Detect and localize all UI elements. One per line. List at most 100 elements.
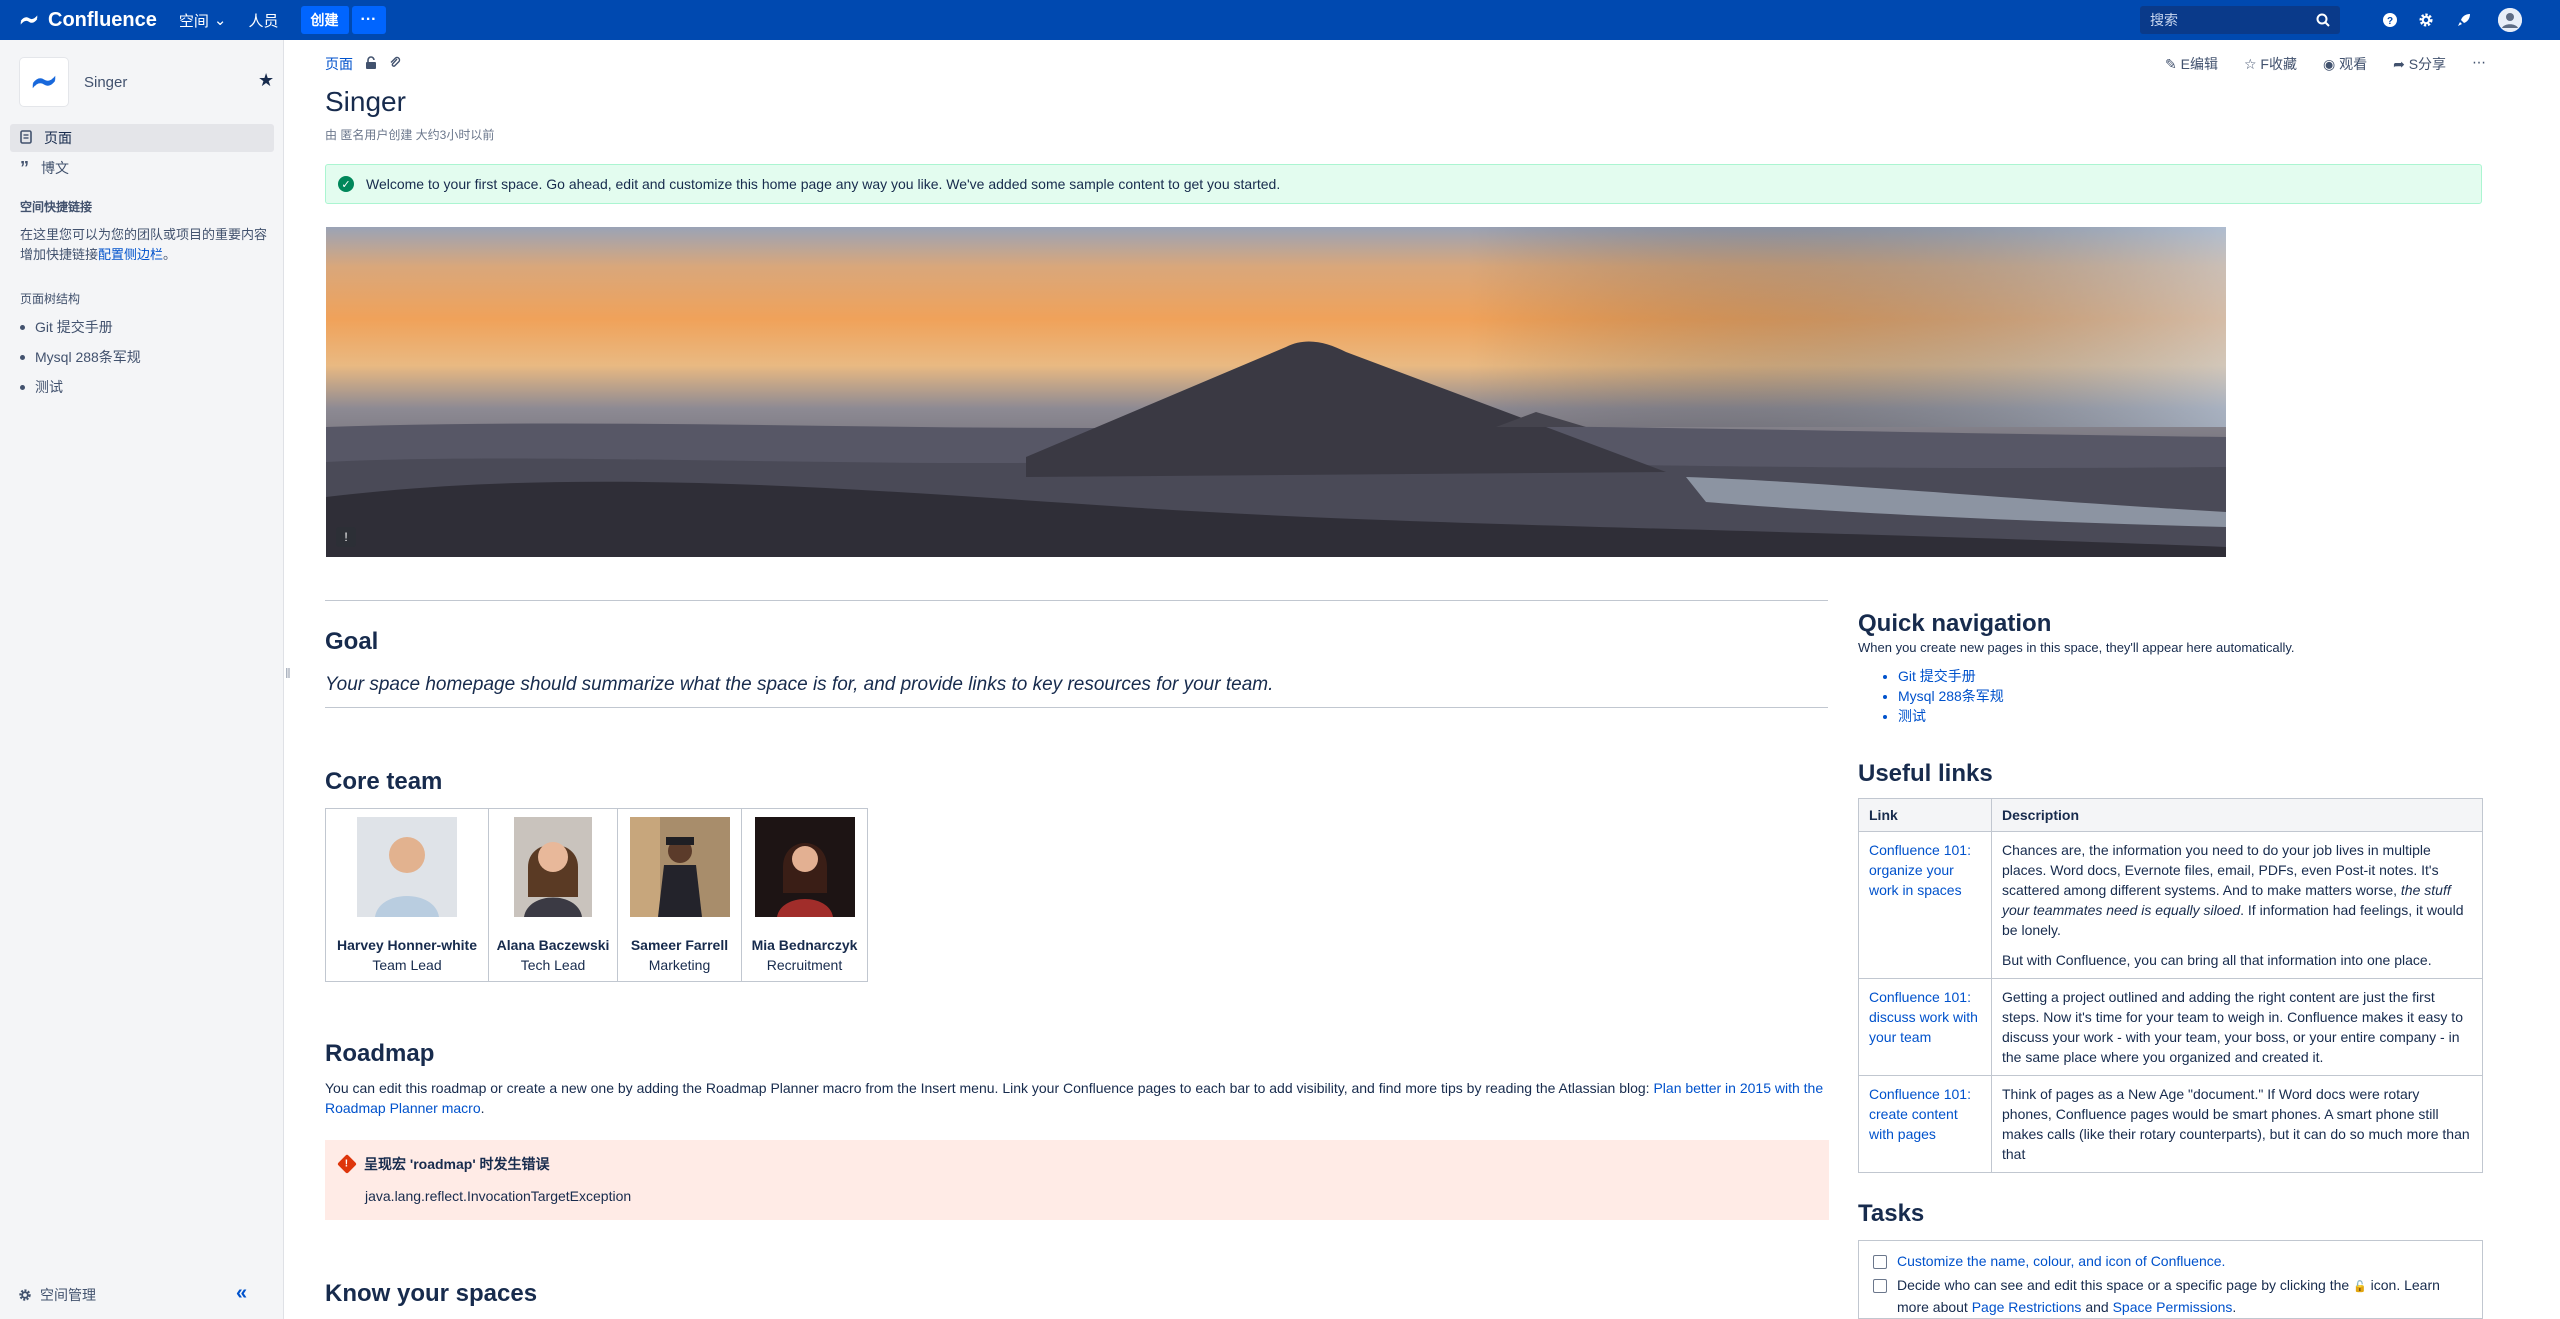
goal-text: Your space homepage should summarize wha… [325, 674, 1274, 695]
tree-item-label: Git 提交手册 [35, 319, 113, 335]
search-icon [2316, 13, 2330, 27]
quote-icon: ” [20, 158, 29, 178]
unlock-icon[interactable] [365, 55, 377, 73]
shortcuts-end: 。 [163, 247, 177, 262]
page-byline: 由 匿名用户创建 大约3小时以前 [325, 128, 495, 142]
tree-item[interactable]: Git 提交手册 [20, 317, 113, 337]
page-restrictions-link[interactable]: Page Restrictions [1972, 1299, 2082, 1315]
share-label: S分享 [2408, 56, 2447, 72]
space-logo-icon [20, 58, 68, 106]
edit-button[interactable]: ✎ E编辑 [2165, 54, 2218, 74]
team-member-name: Mia Bednarczyk [751, 937, 858, 953]
task-text-part: Decide who can see and edit this space o… [1897, 1277, 2350, 1293]
team-member-photo [754, 817, 855, 917]
nav-people-label: 人员 [248, 12, 279, 30]
section-divider [325, 707, 1828, 708]
quick-nav-link[interactable]: Mysql 288条军规 [1898, 686, 2004, 706]
nav-people-link[interactable]: 人员 [249, 10, 279, 31]
tree-item[interactable]: Mysql 288条军规 [20, 347, 141, 367]
space-header[interactable]: Singer [20, 58, 127, 106]
star-icon[interactable]: ★ [258, 70, 274, 91]
save-label: F收藏 [2260, 56, 2297, 72]
task-item: Decide who can see and edit this space o… [1873, 1275, 2468, 1317]
sidebar-item-label: 博文 [41, 160, 69, 176]
task-link[interactable]: Customize the name, colour, and icon of … [1897, 1251, 2225, 1271]
quick-navigation-list: Git 提交手册 Mysql 288条军规 测试 [1898, 666, 2004, 726]
team-member-photo [357, 817, 457, 917]
sidebar-resize-handle[interactable]: ‖ [285, 665, 291, 681]
space-permissions-link[interactable]: Space Permissions [2113, 1299, 2233, 1315]
create-button[interactable]: 创建 [300, 6, 350, 34]
error-title: 呈现宏 'roadmap' 时发生错误 [364, 1156, 550, 1172]
core-team-table: Harvey Honner-white Team Lead Alana Bacz… [325, 808, 868, 982]
confluence-icon [20, 15, 38, 25]
space-admin-label: 空间管理 [40, 1287, 96, 1303]
roadmap-heading: Roadmap [325, 1040, 435, 1067]
nav-spaces-menu[interactable]: 空间 ⌄ [179, 10, 227, 31]
share-button[interactable]: ➦ S分享 [2393, 54, 2446, 74]
breadcrumb-pages-link[interactable]: 页面 [325, 54, 353, 74]
watch-label: 观看 [2339, 56, 2368, 72]
team-member-photo [514, 817, 592, 917]
useful-links-heading: Useful links [1858, 760, 1993, 787]
table-description-cell: Getting a project outlined and adding th… [1991, 978, 2483, 1076]
tree-item-label: 测试 [35, 379, 63, 395]
help-icon[interactable]: ? [2380, 10, 2400, 30]
task-list: Customize the name, colour, and icon of … [1858, 1240, 2483, 1319]
attachment-icon[interactable] [389, 56, 401, 73]
table-row: Confluence 101: create content with page… [1858, 1075, 2483, 1173]
space-admin-link[interactable]: 空间管理 [18, 1285, 96, 1305]
breadcrumb: 页面 [325, 54, 401, 74]
sidebar-item-label: 页面 [44, 130, 72, 146]
quick-nav-link[interactable]: Git 提交手册 [1898, 666, 2004, 686]
quick-navigation-heading: Quick navigation [1858, 610, 2052, 637]
error-icon: ! [337, 1154, 357, 1174]
task-text: Decide who can see and edit this space o… [1897, 1275, 2468, 1317]
gear-icon[interactable] [2416, 10, 2436, 30]
confluence-logo[interactable]: Confluence [18, 9, 157, 32]
description-text: But with Confluence, you can bring all t… [2002, 952, 2432, 968]
roadmap-end: . [480, 1100, 485, 1116]
watch-button[interactable]: ◉ 观看 [2323, 54, 2367, 74]
page-actions: ✎ E编辑 ☆ F收藏 ◉ 观看 ➦ S分享 ⋯ [2165, 54, 2486, 74]
useful-links-table: Link Description Confluence 101: organiz… [1858, 798, 2483, 1173]
table-row: Confluence 101: discuss work with your t… [1858, 978, 2483, 1076]
task-text-part: and [2081, 1299, 2113, 1315]
comment-icon[interactable]: ! [336, 527, 356, 547]
section-divider [325, 600, 1828, 601]
space-sidebar: Singer ★ 页面 ” 博文 空间快捷链接 在这里您可以为您的团队或项目的重… [0, 40, 284, 1319]
tree-item[interactable]: 测试 [20, 377, 63, 397]
quick-nav-link[interactable]: 测试 [1898, 706, 2004, 726]
error-title-row: ! 呈现宏 'roadmap' 时发生错误 [337, 1154, 1829, 1174]
task-checkbox[interactable] [1873, 1279, 1887, 1293]
team-member-name: Alana Baczewski [496, 937, 610, 953]
page-icon [20, 129, 32, 147]
collapse-sidebar-icon[interactable]: « [236, 1282, 247, 1305]
create-more-button[interactable]: ··· [351, 6, 386, 34]
svg-text:?: ? [2387, 16, 2393, 27]
team-member-photo [629, 817, 730, 917]
team-member-role: Tech Lead [520, 957, 586, 973]
more-actions-icon[interactable]: ⋯ [2472, 54, 2486, 74]
task-text-part: . [2232, 1299, 2237, 1315]
macro-error-panel: ! 呈现宏 'roadmap' 时发生错误 java.lang.reflect.… [325, 1140, 1829, 1220]
team-member-name: Sameer Farrell [630, 937, 729, 953]
table-description-cell: Think of pages as a New Age "document." … [1991, 1075, 2483, 1173]
quick-navigation-description: When you create new pages in this space,… [1858, 640, 2295, 655]
configure-sidebar-link[interactable]: 配置侧边栏 [98, 247, 163, 262]
search-input[interactable]: 搜索 [2140, 6, 2340, 34]
top-navigation-bar: Confluence 空间 ⌄ 人员 创建 ··· 搜索 ? [0, 0, 2560, 40]
user-avatar[interactable] [2498, 8, 2522, 32]
table-link-cell[interactable]: Confluence 101: organize your work in sp… [1858, 831, 1992, 979]
sidebar-item-pages[interactable]: 页面 [10, 124, 274, 152]
chevron-down-icon: ⌄ [213, 12, 227, 29]
notifications-rocket-icon[interactable] [2454, 10, 2474, 30]
team-member-name: Harvey Honner-white [336, 937, 478, 953]
table-link-cell[interactable]: Confluence 101: discuss work with your t… [1858, 978, 1992, 1076]
table-link-cell[interactable]: Confluence 101: create content with page… [1858, 1075, 1992, 1173]
task-checkbox[interactable] [1873, 1255, 1887, 1269]
save-for-later-button[interactable]: ☆ F收藏 [2244, 54, 2297, 74]
sunset-landscape-image [326, 227, 2226, 557]
team-member-card: Alana Baczewski Tech Lead [489, 809, 618, 981]
sidebar-item-blog[interactable]: ” 博文 [10, 154, 274, 182]
